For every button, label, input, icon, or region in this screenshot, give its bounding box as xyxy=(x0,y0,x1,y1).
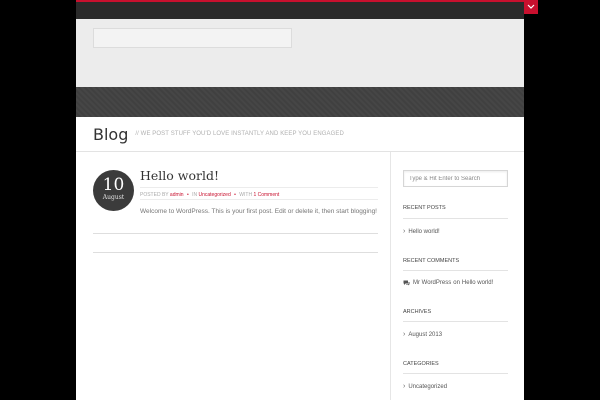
content-area: 10 August Hello world! POSTED BY admin •… xyxy=(76,152,524,400)
archive-item[interactable]: › August 2013 xyxy=(403,331,442,338)
chevron-right-icon: › xyxy=(403,331,406,338)
chevron-down-icon xyxy=(527,4,535,9)
post-comments-link[interactable]: 1 Comment xyxy=(253,192,279,198)
post-excerpt: Welcome to WordPress. This is your first… xyxy=(140,208,377,215)
post-date-day: 10 xyxy=(102,175,125,195)
chevron-right-icon: › xyxy=(403,383,406,390)
page-wrapper: Blog // WE POST STUFF YOU'D LOVE INSTANT… xyxy=(76,0,524,400)
category-link[interactable]: Uncategorized xyxy=(408,384,447,390)
categories-title: CATEGORIES xyxy=(403,361,439,367)
widget-divider xyxy=(403,373,508,374)
post-divider xyxy=(93,233,378,234)
archive-link[interactable]: August 2013 xyxy=(408,332,442,338)
logo-placeholder[interactable] xyxy=(93,28,292,48)
archives-title: ARCHIVES xyxy=(403,309,432,315)
meta-in-label: IN xyxy=(192,192,198,198)
comment-author-link[interactable]: Mr WordPress xyxy=(413,280,451,286)
widget-divider xyxy=(403,218,508,219)
page-title: Blog xyxy=(93,124,129,144)
meta-separator: • xyxy=(234,192,236,198)
comment-bubble-icon xyxy=(403,280,410,286)
post-author-link[interactable]: admin xyxy=(170,192,184,198)
recent-comment-item: Mr WordPress on Hello world! xyxy=(403,280,493,286)
header xyxy=(76,19,524,87)
chevron-right-icon: › xyxy=(403,228,406,235)
recent-posts-title: RECENT POSTS xyxy=(403,205,446,211)
meta-with-label: WITH xyxy=(239,192,253,198)
meta-posted-by-label: POSTED BY xyxy=(140,192,169,198)
post-category-link[interactable]: Uncategorized xyxy=(198,192,230,198)
widget-divider xyxy=(403,321,508,322)
post-date-badge: 10 August xyxy=(93,170,134,211)
comment-on-label: on xyxy=(453,280,460,286)
search-input[interactable] xyxy=(403,170,508,187)
category-item[interactable]: › Uncategorized xyxy=(403,383,447,390)
widget-divider xyxy=(403,270,508,271)
page-title-bar: Blog // WE POST STUFF YOU'D LOVE INSTANT… xyxy=(76,117,524,152)
post-meta: POSTED BY admin • IN Uncategorized • WIT… xyxy=(140,192,279,198)
meta-separator: • xyxy=(186,192,189,198)
post-date-month: August xyxy=(102,194,125,201)
main-column: 10 August Hello world! POSTED BY admin •… xyxy=(76,152,391,400)
post-divider xyxy=(93,252,378,253)
recent-post-item[interactable]: › Hello world! xyxy=(403,228,440,235)
meta-divider-bottom xyxy=(140,199,378,200)
post-title-link[interactable]: Hello world! xyxy=(140,168,219,183)
main-navigation xyxy=(76,87,524,117)
top-bar xyxy=(76,2,524,19)
recent-post-link[interactable]: Hello world! xyxy=(408,229,439,235)
comment-post-link[interactable]: Hello world! xyxy=(462,280,493,286)
meta-divider-top xyxy=(140,187,378,188)
site-tagline: // WE POST STUFF YOU'D LOVE INSTANTLY AN… xyxy=(135,131,344,137)
recent-comments-title: RECENT COMMENTS xyxy=(403,258,460,264)
sidebar: RECENT POSTS › Hello world! RECENT COMME… xyxy=(403,152,508,400)
menu-toggle-button[interactable] xyxy=(524,0,538,14)
